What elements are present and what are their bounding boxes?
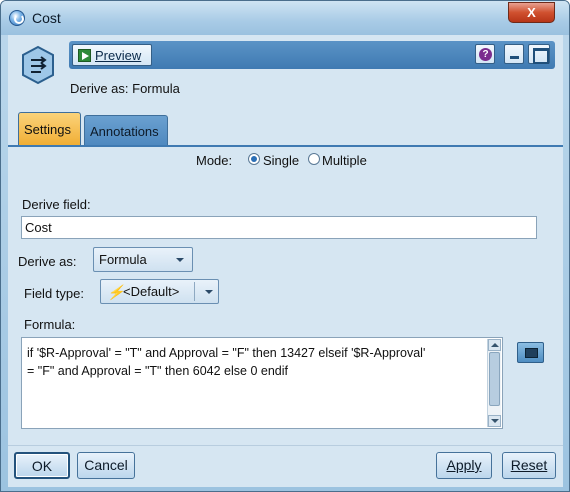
mode-single-label[interactable]: Single <box>263 153 299 168</box>
help-icon: ? <box>479 48 492 61</box>
apply-button[interactable]: Apply <box>436 452 492 479</box>
ok-button[interactable]: OK <box>14 452 70 479</box>
derive-as-select[interactable]: Formula <box>93 247 193 272</box>
formula-scrollbar[interactable] <box>487 339 501 427</box>
window-title: Cost <box>32 10 61 26</box>
derive-field-input[interactable]: Cost <box>21 216 537 239</box>
help-button[interactable]: ? <box>475 44 495 64</box>
preview-button[interactable]: Preview <box>72 44 152 66</box>
play-icon <box>78 49 91 62</box>
button-bar: OK Cancel Apply Reset <box>8 445 563 487</box>
derive-node-icon <box>22 45 54 85</box>
field-type-label: Field type: <box>24 286 84 301</box>
cancel-button[interactable]: Cancel <box>77 452 135 479</box>
dialog-client: Preview ? Derive as: Formula Settings An… <box>8 35 563 487</box>
derive-as-label: Derive as: <box>18 254 77 269</box>
select-divider <box>194 282 195 301</box>
minimize-button[interactable] <box>504 44 524 64</box>
mode-single-radio[interactable] <box>248 153 260 165</box>
field-type-icon: ⚡ <box>107 284 125 300</box>
tab-settings[interactable]: Settings <box>18 112 81 146</box>
derive-field-label: Derive field: <box>22 197 91 212</box>
chevron-down-icon <box>205 290 213 294</box>
field-type-select[interactable]: ⚡ <Default> <box>100 279 219 304</box>
preview-label: Preview <box>95 48 142 63</box>
expression-builder-button[interactable] <box>517 342 544 363</box>
mode-label: Mode: <box>196 153 233 168</box>
formula-text[interactable]: if '$R-Approval' = "T" and Approval = "F… <box>27 344 487 380</box>
reset-button[interactable]: Reset <box>502 452 556 479</box>
title-bar[interactable]: Cost X <box>1 1 569 35</box>
formula-label: Formula: <box>24 317 76 332</box>
close-button[interactable]: X <box>508 2 555 23</box>
derive-as-header: Derive as: Formula <box>70 81 180 96</box>
maximize-button[interactable] <box>528 44 550 64</box>
chevron-down-icon <box>176 258 184 262</box>
scroll-thumb[interactable] <box>489 352 500 406</box>
mode-multiple-label[interactable]: Multiple <box>322 153 367 168</box>
settings-panel: Mode: Single Multiple Derive field: Cost… <box>8 147 563 487</box>
mode-multiple-radio[interactable] <box>308 153 320 165</box>
scroll-down-button[interactable] <box>488 415 501 427</box>
dialog-window: Cost X Preview ? Derive as: Formula Sett… <box>0 0 570 492</box>
scroll-up-button[interactable] <box>488 339 501 351</box>
tab-annotations[interactable]: Annotations <box>84 115 168 146</box>
formula-textarea[interactable]: if '$R-Approval' = "T" and Approval = "F… <box>21 337 503 429</box>
field-type-value: <Default> <box>123 284 180 299</box>
app-icon <box>9 10 25 26</box>
derive-as-value: Formula <box>99 252 147 267</box>
